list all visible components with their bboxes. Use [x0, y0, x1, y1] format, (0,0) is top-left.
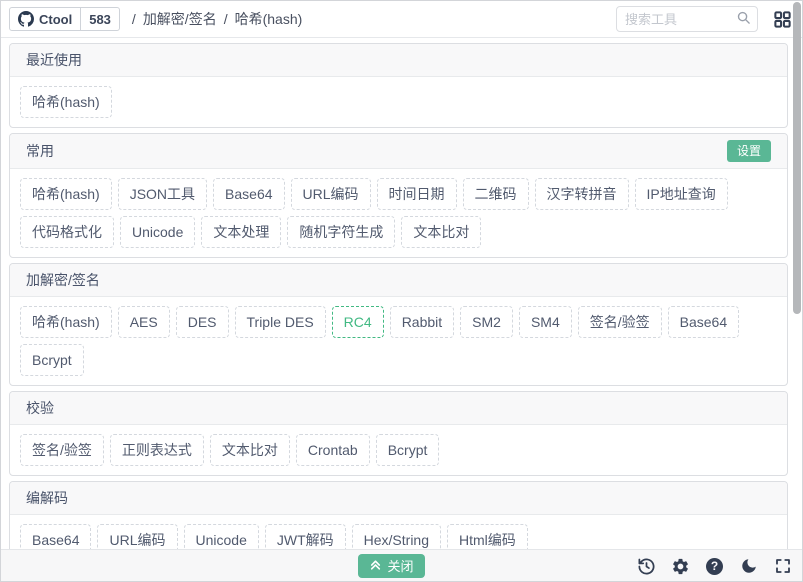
- question-mark-glyph: [706, 557, 723, 575]
- section-header: 编解码: [10, 482, 787, 515]
- search-icon: [736, 10, 751, 28]
- grid-view-icon[interactable]: [770, 7, 794, 31]
- section-header: 加解密/签名: [10, 264, 787, 297]
- tool-item-button[interactable]: 哈希(hash): [20, 178, 112, 210]
- close-button-label: 关闭: [387, 559, 414, 574]
- tool-item-button[interactable]: 哈希(hash): [20, 86, 112, 118]
- section-title: 最近使用: [26, 52, 82, 68]
- tool-item-button[interactable]: 签名/验签: [577, 306, 662, 338]
- section-header: 常用 设置: [10, 134, 787, 169]
- tool-item-button[interactable]: Rabbit: [389, 306, 455, 338]
- tool-category-card: 加解密/签名 哈希(hash) AES DES Triple DES RC4 Rabbit…: [9, 263, 788, 386]
- dark-mode-moon-icon[interactable]: [739, 557, 758, 576]
- tool-item-button[interactable]: 时间日期: [376, 178, 457, 210]
- tool-item-button[interactable]: Base64: [667, 306, 740, 338]
- close-panel-button[interactable]: 关闭: [358, 553, 425, 578]
- section-header: 最近使用: [10, 44, 787, 77]
- tool-item-button[interactable]: URL编码: [290, 178, 371, 210]
- section-title: 常用: [26, 143, 54, 159]
- tool-item-button[interactable]: AES: [117, 306, 170, 338]
- search-input[interactable]: [625, 11, 736, 27]
- tool-item-button[interactable]: 文本比对: [209, 434, 290, 466]
- github-star-count[interactable]: 583: [80, 8, 119, 30]
- tool-item-button[interactable]: DES: [175, 306, 229, 338]
- tool-item-button[interactable]: URL编码: [97, 524, 178, 551]
- tool-item-button[interactable]: JSON工具: [117, 178, 208, 210]
- tool-item-button[interactable]: Base64: [213, 178, 285, 210]
- tool-item-button[interactable]: Bcrypt: [375, 434, 440, 466]
- tool-item-button[interactable]: 代码格式化: [20, 216, 114, 248]
- github-icon: [18, 11, 34, 27]
- section-body: 哈希(hash) JSON工具 Base64 URL编码 时间日期 二维码 汉字转拼音 IP地…: [10, 169, 787, 257]
- ctool-window: { "header": { "logo_text": "Ctool", "log…: [0, 0, 803, 582]
- tool-item-button[interactable]: 哈希(hash): [20, 306, 112, 338]
- github-badge-label[interactable]: Ctool: [10, 8, 80, 30]
- footer-bar: 关闭: [1, 549, 802, 581]
- help-icon[interactable]: [705, 557, 724, 576]
- breadcrumb-item[interactable]: 哈希(hash): [235, 9, 303, 29]
- section-title: 校验: [26, 400, 54, 416]
- tool-item-button[interactable]: RC4: [331, 306, 384, 338]
- breadcrumb-separator: /: [223, 11, 228, 27]
- tool-item-button[interactable]: 文本处理: [201, 216, 282, 248]
- tool-category-card: 校验 签名/验签 正则表达式 文本比对 Crontab Bcrypt: [9, 391, 788, 476]
- tool-item-button[interactable]: 二维码: [462, 178, 529, 210]
- tool-item-button[interactable]: SM4: [518, 306, 572, 338]
- history-icon[interactable]: [637, 557, 656, 576]
- fullscreen-icon[interactable]: [773, 557, 792, 576]
- top-bar: Ctool 583 / 加解密/签名 / 哈希(hash): [1, 1, 802, 38]
- tool-item-button[interactable]: Base64: [20, 524, 92, 551]
- app-title: Ctool: [39, 11, 73, 27]
- section-title: 编解码: [26, 490, 68, 506]
- section-header: 校验: [10, 392, 787, 425]
- settings-button[interactable]: 设置: [726, 140, 771, 162]
- section-title: 加解密/签名: [26, 272, 100, 288]
- tool-item-button[interactable]: Html编码: [447, 524, 528, 551]
- tool-item-button[interactable]: IP地址查询: [634, 178, 728, 210]
- tool-category-card: 常用 设置 哈希(hash) JSON工具 Base64 URL编码 时间日期 二维码 汉字…: [9, 133, 788, 258]
- tool-sections: 最近使用 哈希(hash) 常用 设置 哈希(hash) JSON工具 Base64…: [1, 38, 802, 551]
- github-star-badge[interactable]: Ctool 583: [9, 7, 120, 31]
- section-body: 哈希(hash): [10, 77, 787, 127]
- tool-item-button[interactable]: SM2: [460, 306, 513, 338]
- tool-item-button[interactable]: 随机字符生成: [287, 216, 396, 248]
- tool-search-box[interactable]: [616, 6, 758, 32]
- tool-item-button[interactable]: JWT解码: [264, 524, 346, 551]
- breadcrumb-separator: /: [131, 11, 136, 27]
- tool-item-button[interactable]: Triple DES: [234, 306, 326, 338]
- scrollbar-track[interactable]: [793, 2, 801, 513]
- tool-item-button[interactable]: Hex/String: [351, 524, 441, 551]
- tool-item-button[interactable]: Unicode: [120, 216, 196, 248]
- section-body: 哈希(hash) AES DES Triple DES RC4 Rabbit SM2 SM4 签…: [10, 297, 787, 385]
- settings-gear-icon[interactable]: [671, 557, 690, 576]
- tool-item-button[interactable]: Crontab: [295, 434, 370, 466]
- tool-item-button[interactable]: Unicode: [183, 524, 259, 551]
- tool-item-button[interactable]: 文本比对: [401, 216, 482, 248]
- tool-item-button[interactable]: 签名/验签: [20, 434, 104, 466]
- tool-item-button[interactable]: 正则表达式: [109, 434, 204, 466]
- section-body: Base64 URL编码 Unicode JWT解码 Hex/String Html编码: [10, 515, 787, 551]
- section-body: 签名/验签 正则表达式 文本比对 Crontab Bcrypt: [10, 425, 787, 475]
- breadcrumb: / 加解密/签名 / 哈希(hash): [132, 9, 302, 29]
- tool-item-button[interactable]: 汉字转拼音: [534, 178, 629, 210]
- breadcrumb-item[interactable]: 加解密/签名: [143, 9, 217, 29]
- tool-category-card: 最近使用 哈希(hash): [9, 43, 788, 128]
- tool-item-button[interactable]: Bcrypt: [20, 344, 84, 376]
- footer-icon-group: [637, 550, 792, 582]
- scrollbar-thumb[interactable]: [793, 2, 801, 314]
- tool-category-card: 编解码 Base64 URL编码 Unicode JWT解码 Hex/String Htm…: [9, 481, 788, 551]
- double-chevron-up-icon: [369, 558, 382, 574]
